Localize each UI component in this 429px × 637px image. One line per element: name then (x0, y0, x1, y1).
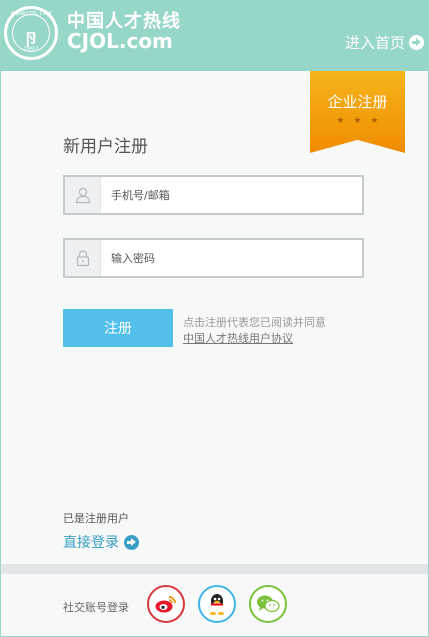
already-registered-text: 已是注册用户 (63, 512, 129, 525)
corp-register-label: 企业注册 (327, 93, 388, 111)
user-icon (65, 177, 101, 213)
arrow-right-circle-icon (409, 35, 424, 50)
wechat-icon (257, 595, 280, 613)
account-input[interactable] (101, 177, 362, 213)
star-icons: ★★★ (336, 116, 388, 126)
header: WWW.CJOL.COM 卪 1997 中国人才热线 CJOL.com 进入首页 (1, 0, 429, 71)
direct-login-label: 直接登录 (63, 535, 119, 551)
direct-login-link[interactable]: 直接登录 (63, 532, 139, 552)
weibo-login-button[interactable] (147, 585, 185, 623)
password-input[interactable] (101, 240, 362, 276)
home-link[interactable]: 进入首页 (345, 32, 424, 53)
qq-penguin-icon (210, 594, 224, 615)
home-link-label: 进入首页 (344, 34, 405, 52)
page: WWW.CJOL.COM 卪 1997 中国人才热线 CJOL.com 进入首页… (0, 0, 429, 637)
agreement-text: 点击注册代表您已阅读并同意 (183, 316, 326, 329)
section-divider (1, 564, 428, 574)
arrow-right-circle-icon (124, 534, 139, 550)
account-field[interactable] (63, 175, 364, 215)
lock-icon (65, 240, 101, 276)
seal-year: 1997 (23, 46, 39, 53)
page-title: 新用户注册 (63, 137, 148, 157)
brand-name-en: CJOL.com (67, 29, 173, 53)
register-button[interactable]: 注册 (63, 309, 173, 347)
cjol-seal-logo[interactable]: WWW.CJOL.COM 卪 1997 (4, 6, 58, 60)
password-field[interactable] (63, 238, 364, 278)
agreement-link[interactable]: 中国人才热线用户协议 (183, 330, 293, 346)
qq-login-button[interactable] (198, 585, 236, 623)
weibo-icon (155, 596, 176, 613)
wechat-login-button[interactable] (249, 585, 287, 623)
corp-register-ribbon[interactable]: 企业注册 ★★★ (310, 71, 405, 153)
social-login-label: 社交账号登录 (63, 601, 129, 614)
